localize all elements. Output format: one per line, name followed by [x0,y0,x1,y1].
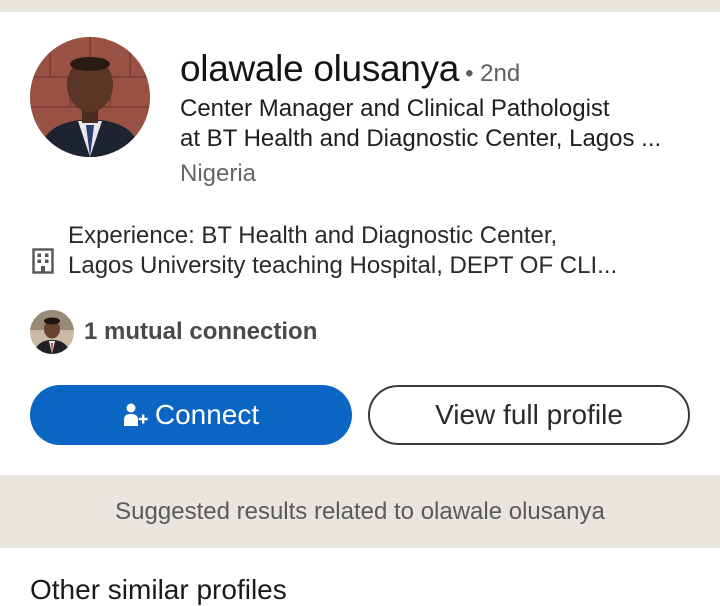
top-divider [0,0,720,12]
profile-avatar[interactable] [30,37,150,157]
profile-name[interactable]: olawale olusanya [180,48,459,89]
headline-line-2: at BT Health and Diagnostic Center, Lago… [180,125,662,152]
profile-headline: Center Manager and Clinical Pathologist … [180,94,700,154]
building-icon [32,248,54,274]
headline-line-1: Center Manager and Clinical Pathologist [180,95,610,122]
suggested-results-banner: Suggested results related to olawale olu… [0,475,720,548]
connection-degree: • 2nd [465,60,521,87]
name-row: olawale olusanya • 2nd [180,48,520,90]
other-similar-profiles-heading: Other similar profiles [30,574,287,605]
experience-line-1: Experience: BT Health and Diagnostic Cen… [68,222,558,249]
view-full-profile-label: View full profile [435,399,623,430]
mutual-connection-text[interactable]: 1 mutual connection [84,318,317,346]
view-full-profile-button[interactable]: View full profile [368,385,690,445]
connect-button-label: Connect [154,399,260,430]
profile-location: Nigeria [180,160,257,187]
profile-experience: Experience: BT Health and Diagnostic Cen… [68,221,688,281]
suggested-results-text: Suggested results related to olawale olu… [115,497,605,525]
connect-button[interactable]: Connect [30,385,352,445]
add-person-icon [123,403,148,426]
experience-line-2: Lagos University teaching Hospital, DEPT… [68,252,618,279]
mutual-connection-avatar[interactable] [30,310,74,354]
